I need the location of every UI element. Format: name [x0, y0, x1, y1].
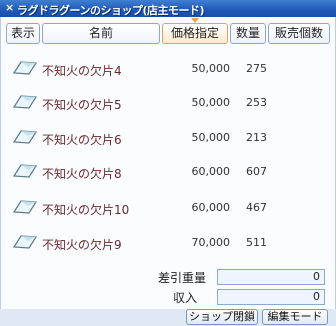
column-header-sold[interactable]: 販売個数: [268, 23, 330, 44]
crystal-shard-icon: [12, 95, 38, 109]
item-price: 50,000: [191, 62, 231, 75]
weight-value: 0: [217, 269, 325, 285]
item-quantity: 607: [246, 165, 267, 178]
sort-indicator-icon: [191, 18, 199, 23]
close-shop-button[interactable]: ショップ閉鎖: [186, 309, 258, 325]
crystal-shard-icon: [12, 61, 38, 75]
crystal-shard-icon: [12, 164, 38, 178]
list-item[interactable]: 不知火の欠片5 50,000 253: [4, 84, 330, 122]
column-header-price[interactable]: 価格指定: [162, 23, 228, 44]
item-price: 70,000: [191, 236, 231, 249]
weight-label: 差引重量: [158, 271, 207, 285]
crystal-shard-icon: [12, 200, 38, 214]
item-quantity: 467: [246, 201, 267, 214]
list-item[interactable]: 不知火の欠片9 70,000 511: [4, 224, 330, 262]
item-quantity: 253: [246, 96, 267, 109]
close-icon[interactable]: ×: [5, 1, 14, 14]
window-title: ラグドラグーンのショップ(店主モード): [17, 4, 205, 17]
item-name: 不知火の欠片6: [42, 133, 122, 147]
item-name: 不知火の欠片10: [42, 203, 130, 217]
column-header-show[interactable]: 表示: [6, 23, 40, 44]
shop-window: × ラグドラグーンのショップ(店主モード) 表示 名前 価格指定 数量 販売個数…: [0, 0, 336, 326]
list-item[interactable]: 不知火の欠片8 60,000 607: [4, 153, 330, 191]
item-name: 不知火の欠片4: [42, 64, 122, 78]
item-price: 60,000: [191, 201, 231, 214]
item-price: 60,000: [191, 165, 231, 178]
list-item[interactable]: 不知火の欠片6 50,000 213: [4, 119, 330, 157]
list-item[interactable]: 不知火の欠片4 50,000 275: [4, 50, 330, 88]
item-price: 50,000: [191, 131, 231, 144]
column-header-qty[interactable]: 数量: [230, 23, 266, 44]
item-quantity: 511: [246, 236, 267, 249]
crystal-shard-icon: [12, 130, 38, 144]
crystal-shard-icon: [12, 235, 38, 249]
item-quantity: 275: [246, 62, 267, 75]
title-bar[interactable]: × ラグドラグーンのショップ(店主モード): [0, 0, 336, 17]
income-value: 0: [217, 289, 325, 305]
income-label: 収入: [173, 291, 198, 305]
item-price: 50,000: [191, 96, 231, 109]
item-quantity: 213: [246, 131, 267, 144]
list-item[interactable]: 不知火の欠片10 60,000 467: [4, 189, 330, 227]
column-header-name[interactable]: 名前: [42, 23, 160, 44]
edit-mode-button[interactable]: 編集モード: [262, 309, 328, 325]
item-name: 不知火の欠片8: [42, 167, 122, 181]
item-name: 不知火の欠片5: [42, 98, 122, 112]
item-name: 不知火の欠片9: [42, 238, 122, 252]
